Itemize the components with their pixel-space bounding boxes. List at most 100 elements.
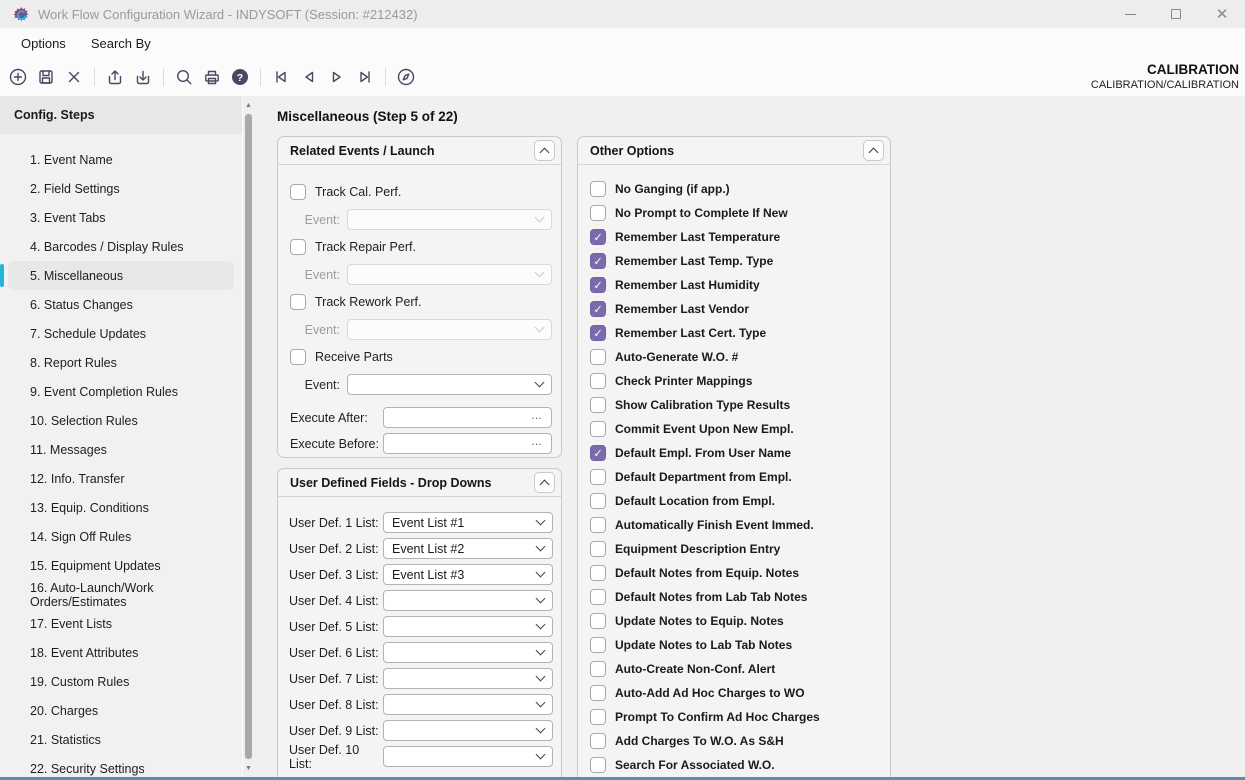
checkbox[interactable] <box>590 325 606 341</box>
scroll-down-icon[interactable]: ▼ <box>243 761 254 775</box>
checkbox[interactable] <box>590 349 606 365</box>
user-def-dropdown[interactable] <box>383 616 553 637</box>
save-icon[interactable] <box>35 66 57 88</box>
add-icon[interactable] <box>7 66 29 88</box>
sidebar-step-item[interactable]: 11. Messages <box>8 435 234 464</box>
search-icon[interactable] <box>173 66 195 88</box>
sidebar-step-item[interactable]: 2. Field Settings <box>8 174 234 203</box>
sidebar-step-item[interactable]: 7. Schedule Updates <box>8 319 234 348</box>
sidebar-step-item[interactable]: 8. Report Rules <box>8 348 234 377</box>
menu-item[interactable]: Options <box>21 36 66 51</box>
checkbox[interactable] <box>590 733 606 749</box>
maximize-button[interactable] <box>1153 0 1199 28</box>
checkbox[interactable] <box>290 349 306 365</box>
sidebar-step-item[interactable]: 19. Custom Rules <box>8 667 234 696</box>
chevron-down-icon <box>536 620 546 630</box>
checkbox[interactable] <box>290 294 306 310</box>
checkbox[interactable] <box>590 229 606 245</box>
event-dropdown[interactable] <box>347 374 552 395</box>
sidebar-step-item[interactable]: 13. Equip. Conditions <box>8 493 234 522</box>
checkbox[interactable] <box>590 661 606 677</box>
export-icon[interactable] <box>104 66 126 88</box>
print-icon[interactable] <box>201 66 223 88</box>
collapse-panel-button[interactable] <box>534 140 555 161</box>
checkbox[interactable] <box>590 517 606 533</box>
checkbox[interactable] <box>590 253 606 269</box>
sidebar-step-item[interactable]: 9. Event Completion Rules <box>8 377 234 406</box>
user-def-dropdown[interactable] <box>383 668 553 689</box>
delete-icon[interactable] <box>63 66 85 88</box>
execute-input[interactable]: … <box>383 433 552 454</box>
app-logo-icon <box>13 6 30 23</box>
checkbox[interactable] <box>590 277 606 293</box>
event-dropdown[interactable] <box>347 264 552 285</box>
checkbox[interactable] <box>590 397 606 413</box>
sidebar-step-item[interactable]: 15. Equipment Updates <box>8 551 234 580</box>
first-icon[interactable] <box>270 66 292 88</box>
sidebar-step-item[interactable]: 12. Info. Transfer <box>8 464 234 493</box>
checkbox[interactable] <box>590 421 606 437</box>
checkbox[interactable] <box>590 469 606 485</box>
scrollbar-thumb[interactable] <box>245 114 252 759</box>
checkbox[interactable] <box>290 239 306 255</box>
import-icon[interactable] <box>132 66 154 88</box>
checkbox[interactable] <box>590 613 606 629</box>
previous-icon[interactable] <box>298 66 320 88</box>
option-row: Auto-Add Ad Hoc Charges to WO <box>590 681 880 705</box>
user-def-dropdown[interactable] <box>383 720 553 741</box>
sidebar-step-item[interactable]: 17. Event Lists <box>8 609 234 638</box>
minimize-button[interactable] <box>1107 0 1153 28</box>
sidebar-step-item[interactable]: 14. Sign Off Rules <box>8 522 234 551</box>
checkbox[interactable] <box>590 541 606 557</box>
chevron-down-icon <box>536 672 546 682</box>
menu-item[interactable]: Search By <box>91 36 151 51</box>
checkbox[interactable] <box>590 445 606 461</box>
help-icon[interactable]: ? <box>229 66 251 88</box>
checkbox[interactable] <box>590 205 606 221</box>
sidebar-step-item[interactable]: 10. Selection Rules <box>8 406 234 435</box>
user-def-dropdown[interactable] <box>383 746 553 767</box>
checkbox[interactable] <box>590 181 606 197</box>
user-def-dropdown[interactable] <box>383 590 553 611</box>
sidebar-step-item[interactable]: 20. Charges <box>8 696 234 725</box>
sidebar-scrollbar[interactable]: ▲ ▼ <box>243 96 254 777</box>
next-icon[interactable] <box>326 66 348 88</box>
checkbox[interactable] <box>590 565 606 581</box>
sidebar-step-item[interactable]: 6. Status Changes <box>8 290 234 319</box>
sidebar-step-label: 20. Charges <box>30 704 98 718</box>
sidebar-step-item[interactable]: 18. Event Attributes <box>8 638 234 667</box>
last-icon[interactable] <box>354 66 376 88</box>
checkbox[interactable] <box>590 685 606 701</box>
checkbox[interactable] <box>590 493 606 509</box>
checkbox[interactable] <box>590 637 606 653</box>
toolbar: ? <box>0 58 417 96</box>
sidebar-step-item[interactable]: 1. Event Name <box>8 145 234 174</box>
checkbox[interactable] <box>590 301 606 317</box>
user-def-row: User Def. 7 List: <box>289 668 553 689</box>
sidebar-step-item[interactable]: 4. Barcodes / Display Rules <box>8 232 234 261</box>
sidebar-step-item[interactable]: 3. Event Tabs <box>8 203 234 232</box>
execute-input[interactable]: … <box>383 407 552 428</box>
user-def-dropdown[interactable]: Event List #3 <box>383 564 553 585</box>
checkbox[interactable] <box>290 184 306 200</box>
checkbox[interactable] <box>590 709 606 725</box>
event-dropdown[interactable] <box>347 209 552 230</box>
user-def-dropdown[interactable]: Event List #2 <box>383 538 553 559</box>
scroll-up-icon[interactable]: ▲ <box>243 98 254 112</box>
collapse-panel-button[interactable] <box>534 472 555 493</box>
collapse-panel-button[interactable] <box>863 140 884 161</box>
sidebar-step-item[interactable]: 21. Statistics <box>8 725 234 754</box>
sidebar-step-item[interactable]: 22. Security Settings <box>8 754 234 780</box>
close-button[interactable]: ✕ <box>1199 0 1245 28</box>
checkbox[interactable] <box>590 373 606 389</box>
user-def-dropdown[interactable] <box>383 642 553 663</box>
navigate-icon[interactable] <box>395 66 417 88</box>
checkbox[interactable] <box>590 757 606 773</box>
sidebar-step-item[interactable]: 16. Auto-Launch/Work Orders/Estimates <box>8 580 234 609</box>
event-dropdown[interactable] <box>347 319 552 340</box>
user-def-dropdown[interactable] <box>383 694 553 715</box>
sidebar-header: Config. Steps <box>0 96 242 134</box>
user-def-dropdown[interactable]: Event List #1 <box>383 512 553 533</box>
sidebar-step-item[interactable]: 5. Miscellaneous <box>8 261 234 290</box>
checkbox[interactable] <box>590 589 606 605</box>
